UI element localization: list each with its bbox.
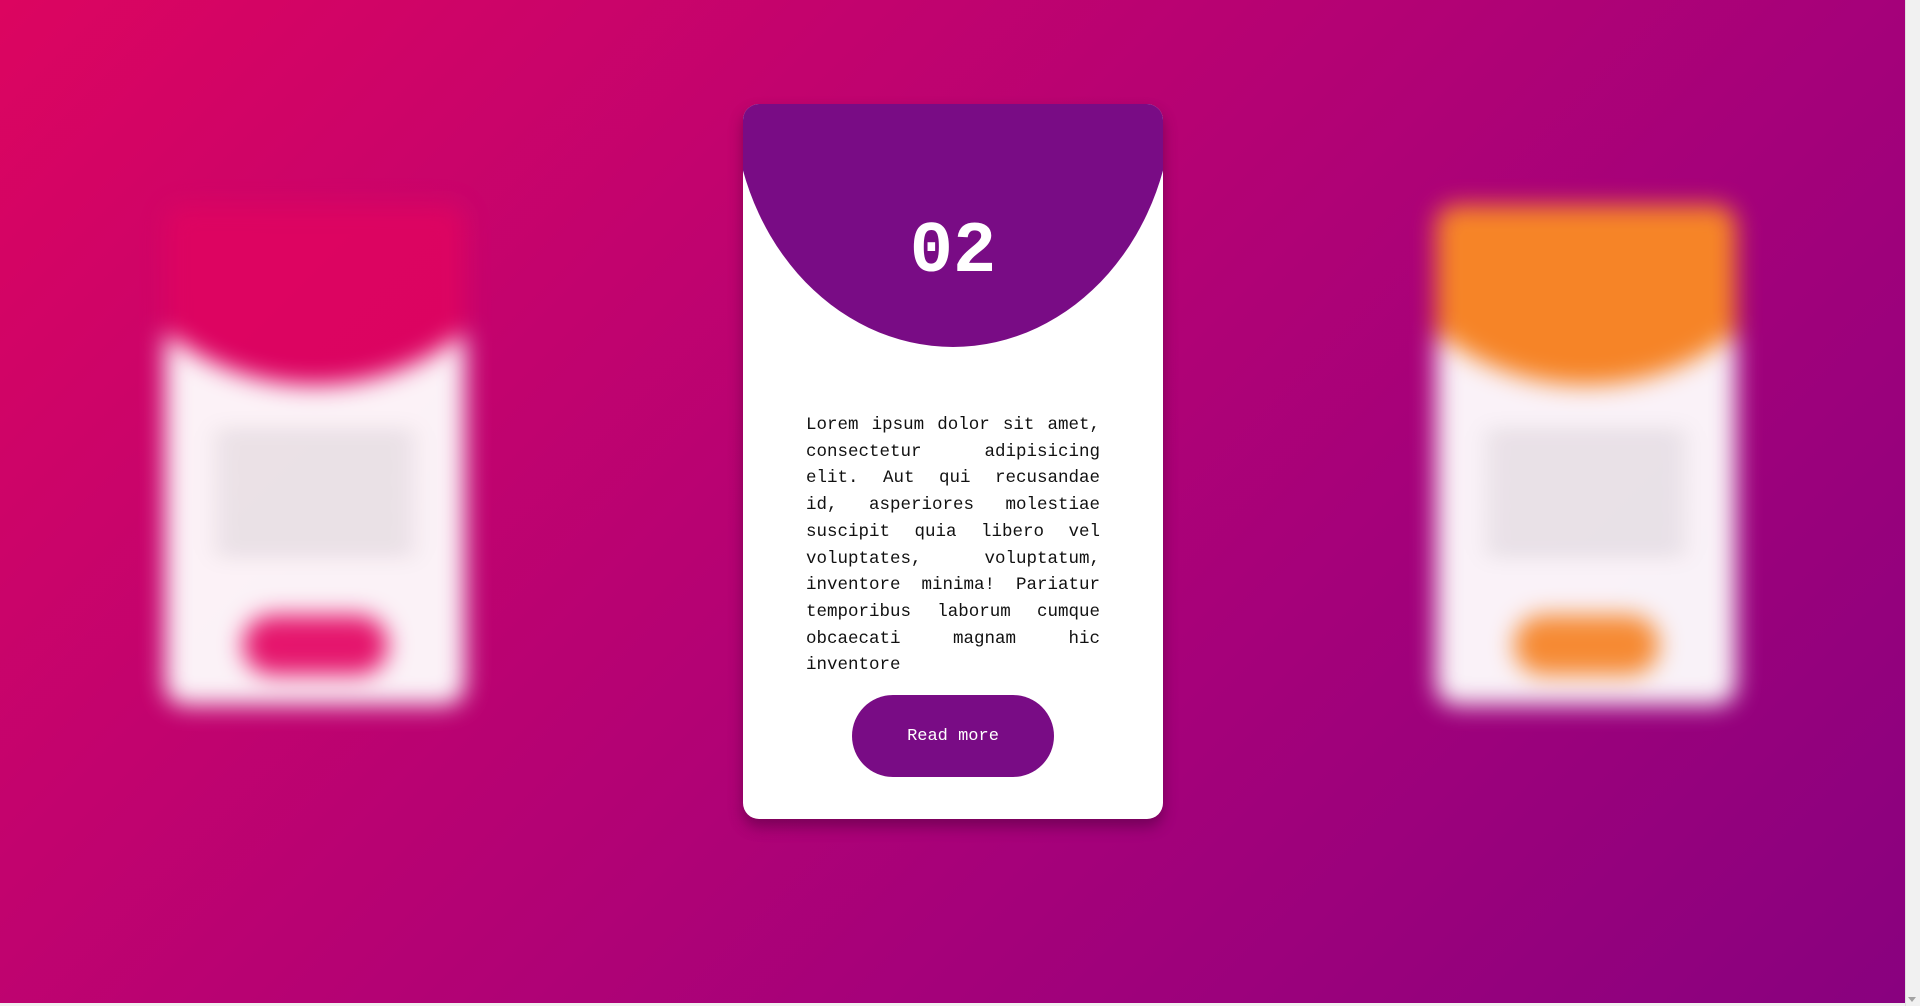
card-description: Lorem ipsum dolor sit amet, consectetur … xyxy=(806,415,1100,676)
left-card-text-line xyxy=(215,487,415,499)
right-card-text-line xyxy=(1486,513,1686,525)
right-card-text-lines xyxy=(1486,435,1686,565)
card-number: 02 xyxy=(909,211,997,293)
read-more-button[interactable]: Read more xyxy=(852,695,1054,777)
left-card-text-line xyxy=(215,513,415,525)
right-card-text-line xyxy=(1486,435,1686,447)
right-card-arc xyxy=(1436,205,1736,385)
left-card-read-more-button[interactable] xyxy=(243,615,388,675)
vertical-scrollbar[interactable] xyxy=(1905,0,1920,1006)
scroll-down-arrow-icon[interactable] xyxy=(1908,997,1916,1002)
left-card-text-lines xyxy=(215,435,415,565)
right-card-text-line xyxy=(1486,461,1686,473)
right-card-text-line xyxy=(1486,539,1686,551)
left-card-text-line xyxy=(215,461,415,473)
left-card-blurred xyxy=(165,205,465,705)
left-card-text-line xyxy=(215,539,415,551)
left-card-text-line xyxy=(215,435,415,447)
right-card-text-line xyxy=(1486,487,1686,499)
center-card: 02 Lorem ipsum dolor sit amet, consectet… xyxy=(743,104,1163,819)
left-card-arc xyxy=(165,205,465,385)
right-card-read-more-button[interactable] xyxy=(1514,615,1659,675)
right-card-blurred xyxy=(1436,205,1736,705)
